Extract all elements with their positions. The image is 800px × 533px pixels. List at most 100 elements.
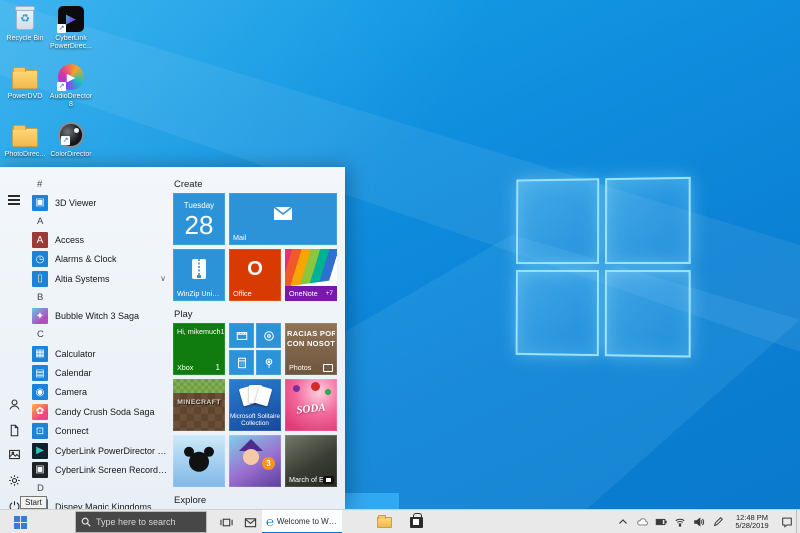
app-list-item[interactable]: ♜Disney Magic Kingdoms <box>30 498 170 509</box>
desktop-icon-audiodirector[interactable]: ▶↗ AudioDirector 8 <box>48 62 94 120</box>
tile-calculator[interactable] <box>229 350 254 375</box>
show-desktop-button[interactable] <box>796 510 800 533</box>
pen-icon <box>712 516 724 528</box>
hidden-icons-button[interactable] <box>613 510 632 533</box>
audiodirector-icon: ▶↗ <box>58 64 84 90</box>
app-list: #▣3D ViewerAAAccess◷Alarms & Clock ▯ Altia… <box>30 175 170 509</box>
app-list-section-header[interactable]: B <box>30 289 170 307</box>
documents-button[interactable] <box>0 419 28 441</box>
taskbar-clock[interactable]: 12:48 PM 5/28/2019 <box>727 514 777 531</box>
xbox-badge: 1 <box>216 363 220 372</box>
app-icon: ▣ <box>32 195 48 211</box>
tile-calendar[interactable]: Tuesday 28 <box>173 193 225 245</box>
app-list-item[interactable]: ✦Bubble Witch 3 Saga <box>30 307 170 326</box>
app-icon: ◷ <box>32 251 48 267</box>
edge-taskbar-button[interactable]: ℮ Welcome to Windo... <box>262 510 342 533</box>
film-icon <box>236 330 248 342</box>
tile-xbox[interactable]: Hi, mikemuch1 Xbox 1 <box>173 323 225 375</box>
app-list-item[interactable]: ▦Calculator <box>30 344 170 363</box>
app-list-item[interactable]: ▯Altia Systems∨ <box>30 269 170 288</box>
mail-taskbar-button[interactable] <box>238 510 262 533</box>
desktop-icon-recycle-bin[interactable]: ♻ Recycle Bin <box>2 4 48 62</box>
tile-solitaire[interactable]: Microsoft Solitaire Collection <box>229 379 281 431</box>
app-icon: ▤ <box>32 365 48 381</box>
minecraft-logo: MINECRAFT <box>173 399 225 406</box>
candy-dot <box>293 385 300 392</box>
desktop-icon-folder-1[interactable]: PowerDVD <box>2 62 48 120</box>
volume-tray-icon[interactable] <box>689 510 708 533</box>
witch-face-icon <box>243 449 259 465</box>
app-list-item[interactable]: ⊡Connect <box>30 422 170 441</box>
document-icon <box>8 424 21 437</box>
windows-logo-pane <box>605 270 691 358</box>
pictures-button[interactable] <box>0 443 28 465</box>
desktop-icons-grid: ♻ Recycle Bin ▶↗ CyberLink PowerDirec...… <box>2 4 94 178</box>
windows-ink-tray-icon[interactable] <box>708 510 727 533</box>
desktop-icon-powerdirector[interactable]: ▶↗ CyberLink PowerDirec... <box>48 4 94 62</box>
taskbar: ℮ Welcome to Windo... 12:48 PM 5/28/2019 <box>0 509 800 533</box>
folder-icon <box>12 128 38 147</box>
task-view-button[interactable] <box>214 510 238 533</box>
app-label: CyberLink Screen Recorder 2 <box>55 465 170 475</box>
app-list-item[interactable]: ✿Candy Crush Soda Saga <box>30 402 170 421</box>
app-label: CyberLink PowerDirector 17 (64-bit) <box>55 446 170 456</box>
tile-group-header-create[interactable]: Create <box>174 179 203 190</box>
tile-minecraft[interactable]: MINECRAFT <box>173 379 225 431</box>
start-button[interactable] <box>0 510 40 533</box>
clock-date: 5/28/2019 <box>727 522 777 531</box>
power-icon <box>8 500 21 510</box>
tile-bubble-witch-3[interactable]: 3 <box>229 435 281 487</box>
tile-photos[interactable]: RACIAS POR V CON NOSOTR Photos <box>285 323 337 375</box>
app-list-item[interactable]: ▣3D Viewer <box>30 193 170 212</box>
onenote-badge: +7 <box>326 290 333 297</box>
app-icon: ▯ <box>32 271 48 287</box>
app-label: Camera <box>55 387 87 397</box>
settings-button[interactable] <box>0 469 28 491</box>
pictures-icon <box>8 448 21 461</box>
file-explorer-button[interactable] <box>372 510 396 533</box>
tile-group-header-play[interactable]: Play <box>174 309 192 320</box>
envelope-icon <box>244 516 257 529</box>
task-view-icon <box>220 516 233 529</box>
taskbar-search-box[interactable] <box>75 511 207 533</box>
user-account-button[interactable] <box>0 393 28 415</box>
tile-mail[interactable]: Mail <box>229 193 337 245</box>
app-list-section-header[interactable]: C <box>30 326 170 344</box>
app-list-section-header[interactable]: # <box>30 175 170 193</box>
shortcut-arrow-icon: ↗ <box>61 136 70 145</box>
onedrive-tray-icon[interactable] <box>632 510 651 533</box>
app-list-section-header[interactable]: A <box>30 212 170 230</box>
action-center-button[interactable] <box>777 510 796 533</box>
app-list-item[interactable]: ▶CyberLink PowerDirector 17 (64-bit) <box>30 441 170 460</box>
app-list-item[interactable]: ◉Camera <box>30 383 170 402</box>
expand-menu-button[interactable] <box>0 189 28 211</box>
search-input[interactable] <box>96 517 201 527</box>
tile-groove-music[interactable] <box>256 323 281 348</box>
microsoft-store-button[interactable] <box>404 510 428 533</box>
app-label: Bubble Witch 3 Saga <box>55 311 139 321</box>
tile-maps[interactable] <box>256 350 281 375</box>
network-tray-icon[interactable] <box>670 510 689 533</box>
desktop-icon-label: Recycle Bin <box>7 35 44 43</box>
app-list-item[interactable]: ▤Calendar <box>30 363 170 382</box>
app-label: Altia Systems <box>55 274 110 284</box>
tile-group-header-explore[interactable]: Explore <box>174 495 206 506</box>
app-list-item[interactable]: AAccess <box>30 230 170 249</box>
battery-tray-icon[interactable] <box>651 510 670 533</box>
app-list-item[interactable]: ▣CyberLink Screen Recorder 2 <box>30 460 170 479</box>
start-menu-rail <box>0 167 28 509</box>
tile-office[interactable]: O Office <box>229 249 281 301</box>
app-list-item[interactable]: ◷Alarms & Clock <box>30 250 170 269</box>
wifi-icon <box>674 516 686 528</box>
tile-march-of-empires[interactable]: March of E... <box>285 435 337 487</box>
tile-movies-tv[interactable] <box>229 323 254 348</box>
app-list-section-header[interactable]: D <box>30 480 170 498</box>
tile-onenote[interactable]: OneNote +7 <box>285 249 337 301</box>
desktop-icon-label: CyberLink PowerDirec... <box>48 35 94 51</box>
candy-dot <box>325 389 331 395</box>
tile-disney-magic-kingdoms[interactable] <box>173 435 225 487</box>
app-label: Candy Crush Soda Saga <box>55 407 155 417</box>
tile-winzip[interactable]: WinZip Univer... <box>173 249 225 301</box>
shortcut-arrow-icon: ↗ <box>57 24 66 33</box>
tile-candy-crush[interactable]: SODA <box>285 379 337 431</box>
